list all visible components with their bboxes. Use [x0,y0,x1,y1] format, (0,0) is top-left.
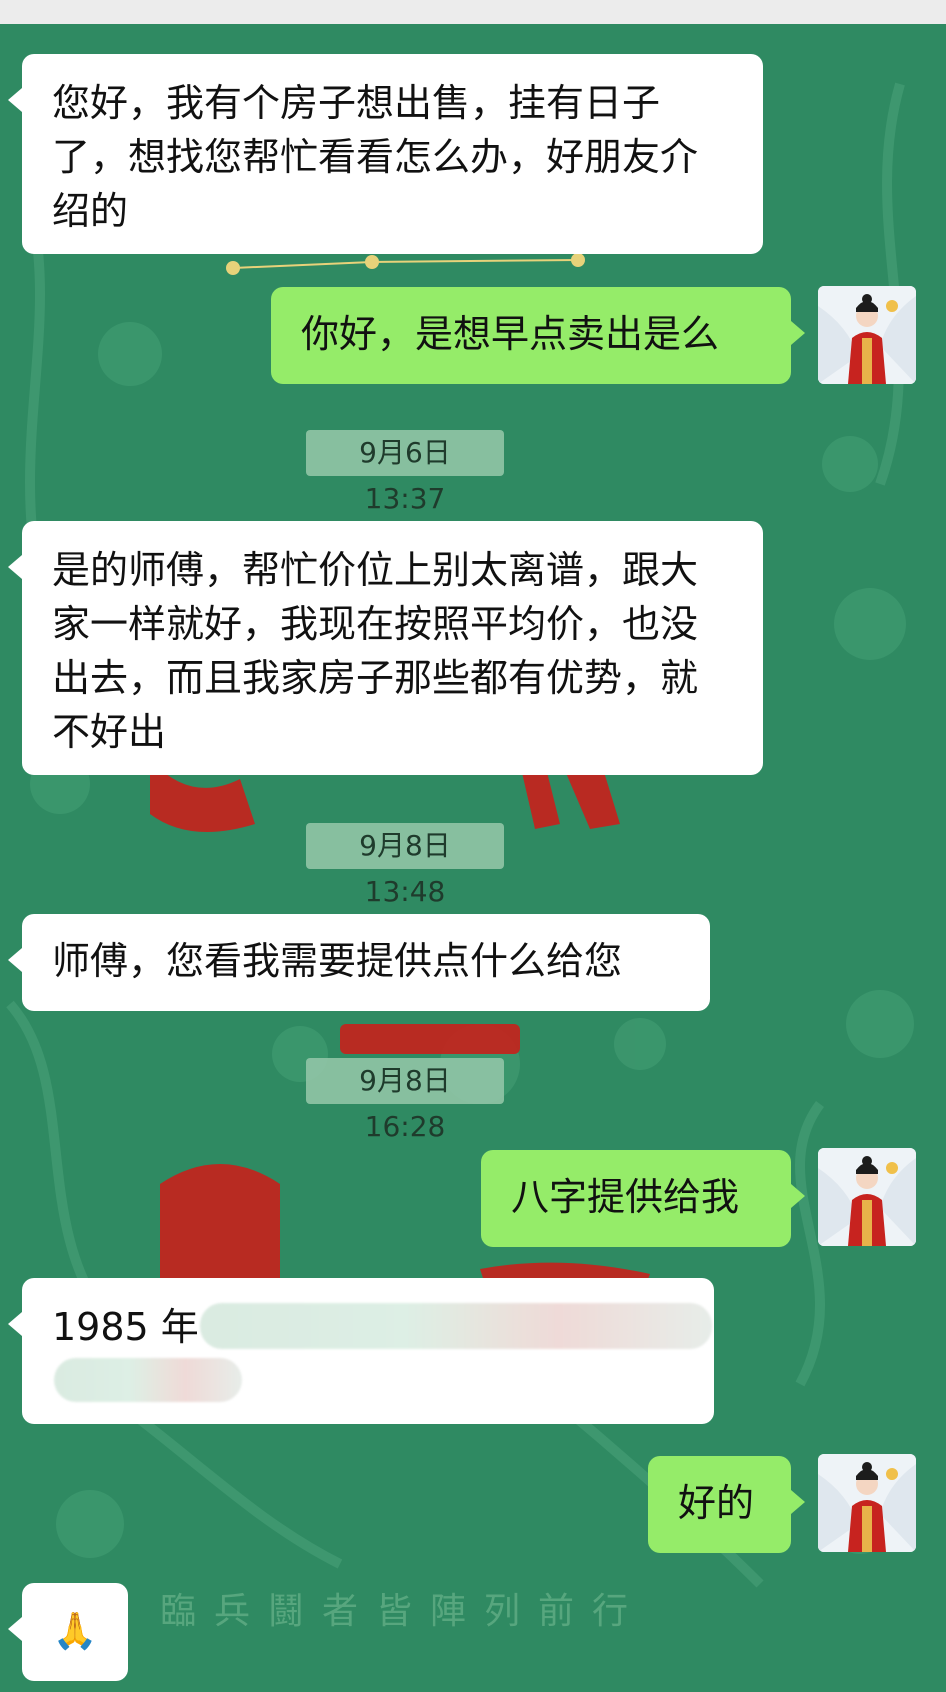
background-motto: 臨兵鬪者皆陣列前行 [160,1591,647,1632]
timestamp: 9月6日 13:37 [306,430,504,515]
status-bar [0,0,946,24]
avatar[interactable] [818,286,916,384]
message-incoming[interactable]: 1985 年 [8,1278,714,1424]
redacted-text-mask [200,1303,712,1349]
message-incoming[interactable]: 师傅，您看我需要提供点什么给您 [8,914,710,1011]
message-outgoing[interactable]: 你好，是想早点卖出是么 [271,287,805,384]
avatar-woman-red-robe-icon [818,286,916,384]
message-text: 是的师傅，帮忙价位上别太离谱，跟大家一样就好，我现在按照平均价，也没出去，而且我… [52,548,699,754]
message-text: 师傅，您看我需要提供点什么给您 [52,939,623,983]
message-text: 八字提供给我 [511,1175,740,1219]
message-incoming[interactable]: 🙏 [8,1583,128,1681]
message-text: 1985 年 [52,1305,199,1349]
avatar-woman-red-robe-icon [818,1148,916,1246]
message-incoming[interactable]: 是的师傅，帮忙价位上别太离谱，跟大家一样就好，我现在按照平均价，也没出去，而且我… [8,521,763,775]
message-outgoing[interactable]: 八字提供给我 [481,1150,805,1247]
chat-screen: 臨兵鬪者皆陣列前行 您好，我有个房子想出售，挂有日子了，想找您帮忙看看怎么办，好… [0,0,946,1692]
timestamp: 9月8日 16:28 [306,1058,504,1143]
timestamp: 9月8日 13:48 [306,823,504,908]
message-text: 好的 [678,1481,755,1525]
avatar-woman-red-robe-icon [818,1454,916,1552]
message-outgoing[interactable]: 好的 [648,1456,805,1553]
message-text: 你好，是想早点卖出是么 [301,312,720,356]
avatar[interactable] [818,1148,916,1246]
message-incoming[interactable]: 您好，我有个房子想出售，挂有日子了，想找您帮忙看看怎么办，好朋友介绍的 [8,54,763,254]
avatar[interactable] [818,1454,916,1552]
redacted-text-mask [54,1358,242,1402]
praying-hands-icon: 🙏 [52,1611,98,1652]
message-text: 您好，我有个房子想出售，挂有日子了，想找您帮忙看看怎么办，好朋友介绍的 [52,81,699,233]
